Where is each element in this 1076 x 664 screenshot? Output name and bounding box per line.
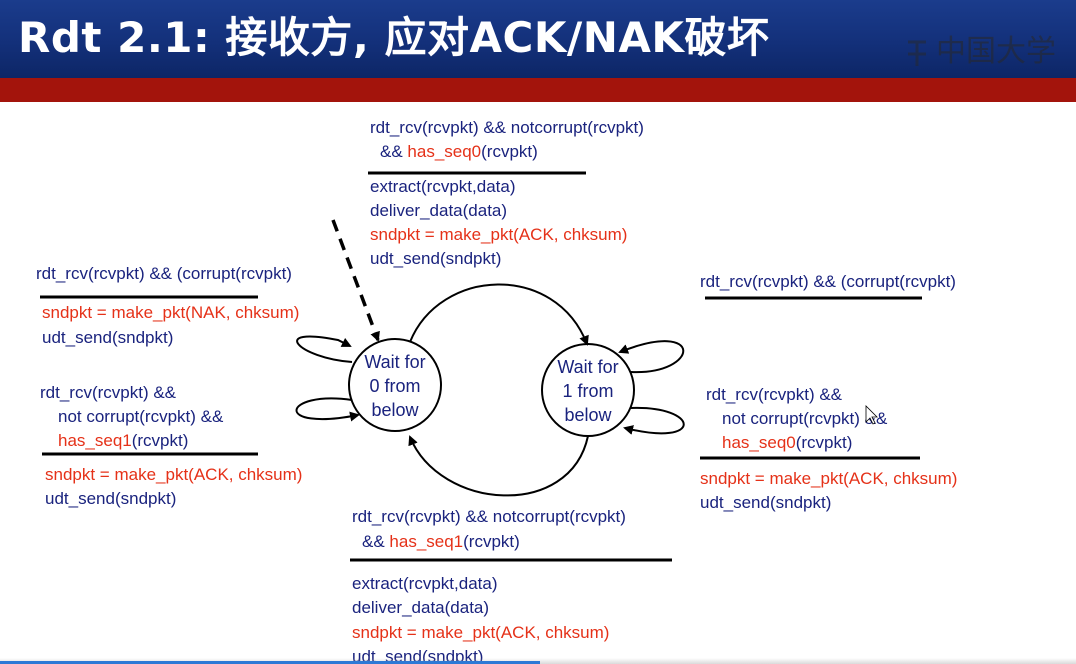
left-lower-event-seq: has_seq1 — [58, 431, 132, 450]
bottom-action-3: sndpkt = make_pkt(ACK, chksum) — [352, 623, 609, 642]
left-lower-event-line3-suffix: (rcvpkt) — [132, 431, 189, 450]
right-lower-event-line2: not corrupt(rcvpkt) && — [722, 409, 888, 428]
state-1-label-line3: below — [564, 405, 612, 425]
state-0-label-line1: Wait for — [364, 352, 425, 372]
left-lower-event-line3: has_seq1(rcvpkt) — [58, 431, 188, 450]
state-1-label-line2: 1 from — [562, 381, 613, 401]
left-lower-action-1: sndpkt = make_pkt(ACK, chksum) — [45, 465, 302, 484]
right-lower-action-1: sndpkt = make_pkt(ACK, chksum) — [700, 469, 957, 488]
self-loop-wait1-upper — [618, 340, 685, 374]
top-event-line2: && has_seq0(rcvpkt) — [380, 142, 538, 161]
self-loop-wait0-upper — [296, 335, 353, 363]
right-lower-event-line3-suffix: (rcvpkt) — [796, 433, 853, 452]
state-0-label-line2: 0 from — [369, 376, 420, 396]
left-upper-action-1: sndpkt = make_pkt(NAK, chksum) — [42, 303, 299, 322]
bottom-event-seq: has_seq1 — [389, 532, 463, 551]
state-0-label-line3: below — [371, 400, 419, 420]
bottom-event-line2-prefix: && — [362, 532, 389, 551]
right-upper-event: rdt_rcv(rcvpkt) && (corrupt(rcvpkt) — [700, 272, 956, 291]
slide: Rdt 2.1: 接收方, 应对ACK/NAK破坏 中国大学 Wait for … — [0, 0, 1076, 664]
transition-arrow-1-to-0 — [408, 435, 589, 497]
bottom-action-2: deliver_data(data) — [352, 598, 489, 617]
left-lower-action-2: udt_send(sndpkt) — [45, 489, 176, 508]
left-lower-event-line1: rdt_rcv(rcvpkt) && — [40, 383, 177, 402]
bottom-event-line2: && has_seq1(rcvpkt) — [362, 532, 520, 551]
right-lower-event-line3: has_seq0(rcvpkt) — [722, 433, 852, 452]
right-lower-event-seq: has_seq0 — [722, 433, 796, 452]
left-upper-event: rdt_rcv(rcvpkt) && (corrupt(rcvpkt) — [36, 264, 292, 283]
left-upper-action-2: udt_send(sndpkt) — [42, 328, 173, 347]
state-1-label-line1: Wait for — [557, 357, 618, 377]
right-lower-event-line1: rdt_rcv(rcvpkt) && — [706, 385, 843, 404]
top-event-line1: rdt_rcv(rcvpkt) && notcorrupt(rcvpkt) — [370, 118, 644, 137]
top-action-1: extract(rcvpkt,data) — [370, 177, 516, 196]
top-event-line2-suffix: (rcvpkt) — [481, 142, 538, 161]
top-action-2: deliver_data(data) — [370, 201, 507, 220]
top-action-4: udt_send(sndpkt) — [370, 249, 501, 268]
self-loop-wait0-lower — [295, 397, 360, 422]
fsm-diagram: Wait for 0 from below Wait for 1 from be… — [36, 118, 957, 664]
top-event-line2-prefix: && — [380, 142, 407, 161]
self-loop-wait1-lower — [623, 406, 685, 435]
left-lower-event-line2: not corrupt(rcvpkt) && — [58, 407, 224, 426]
top-event-seq: has_seq0 — [407, 142, 481, 161]
bottom-action-1: extract(rcvpkt,data) — [352, 574, 498, 593]
right-lower-action-2: udt_send(sndpkt) — [700, 493, 831, 512]
top-action-3: sndpkt = make_pkt(ACK, chksum) — [370, 225, 627, 244]
bottom-event-line1: rdt_rcv(rcvpkt) && notcorrupt(rcvpkt) — [352, 507, 626, 526]
bottom-event-line2-suffix: (rcvpkt) — [463, 532, 520, 551]
transition-arrow-0-to-1 — [409, 283, 589, 346]
